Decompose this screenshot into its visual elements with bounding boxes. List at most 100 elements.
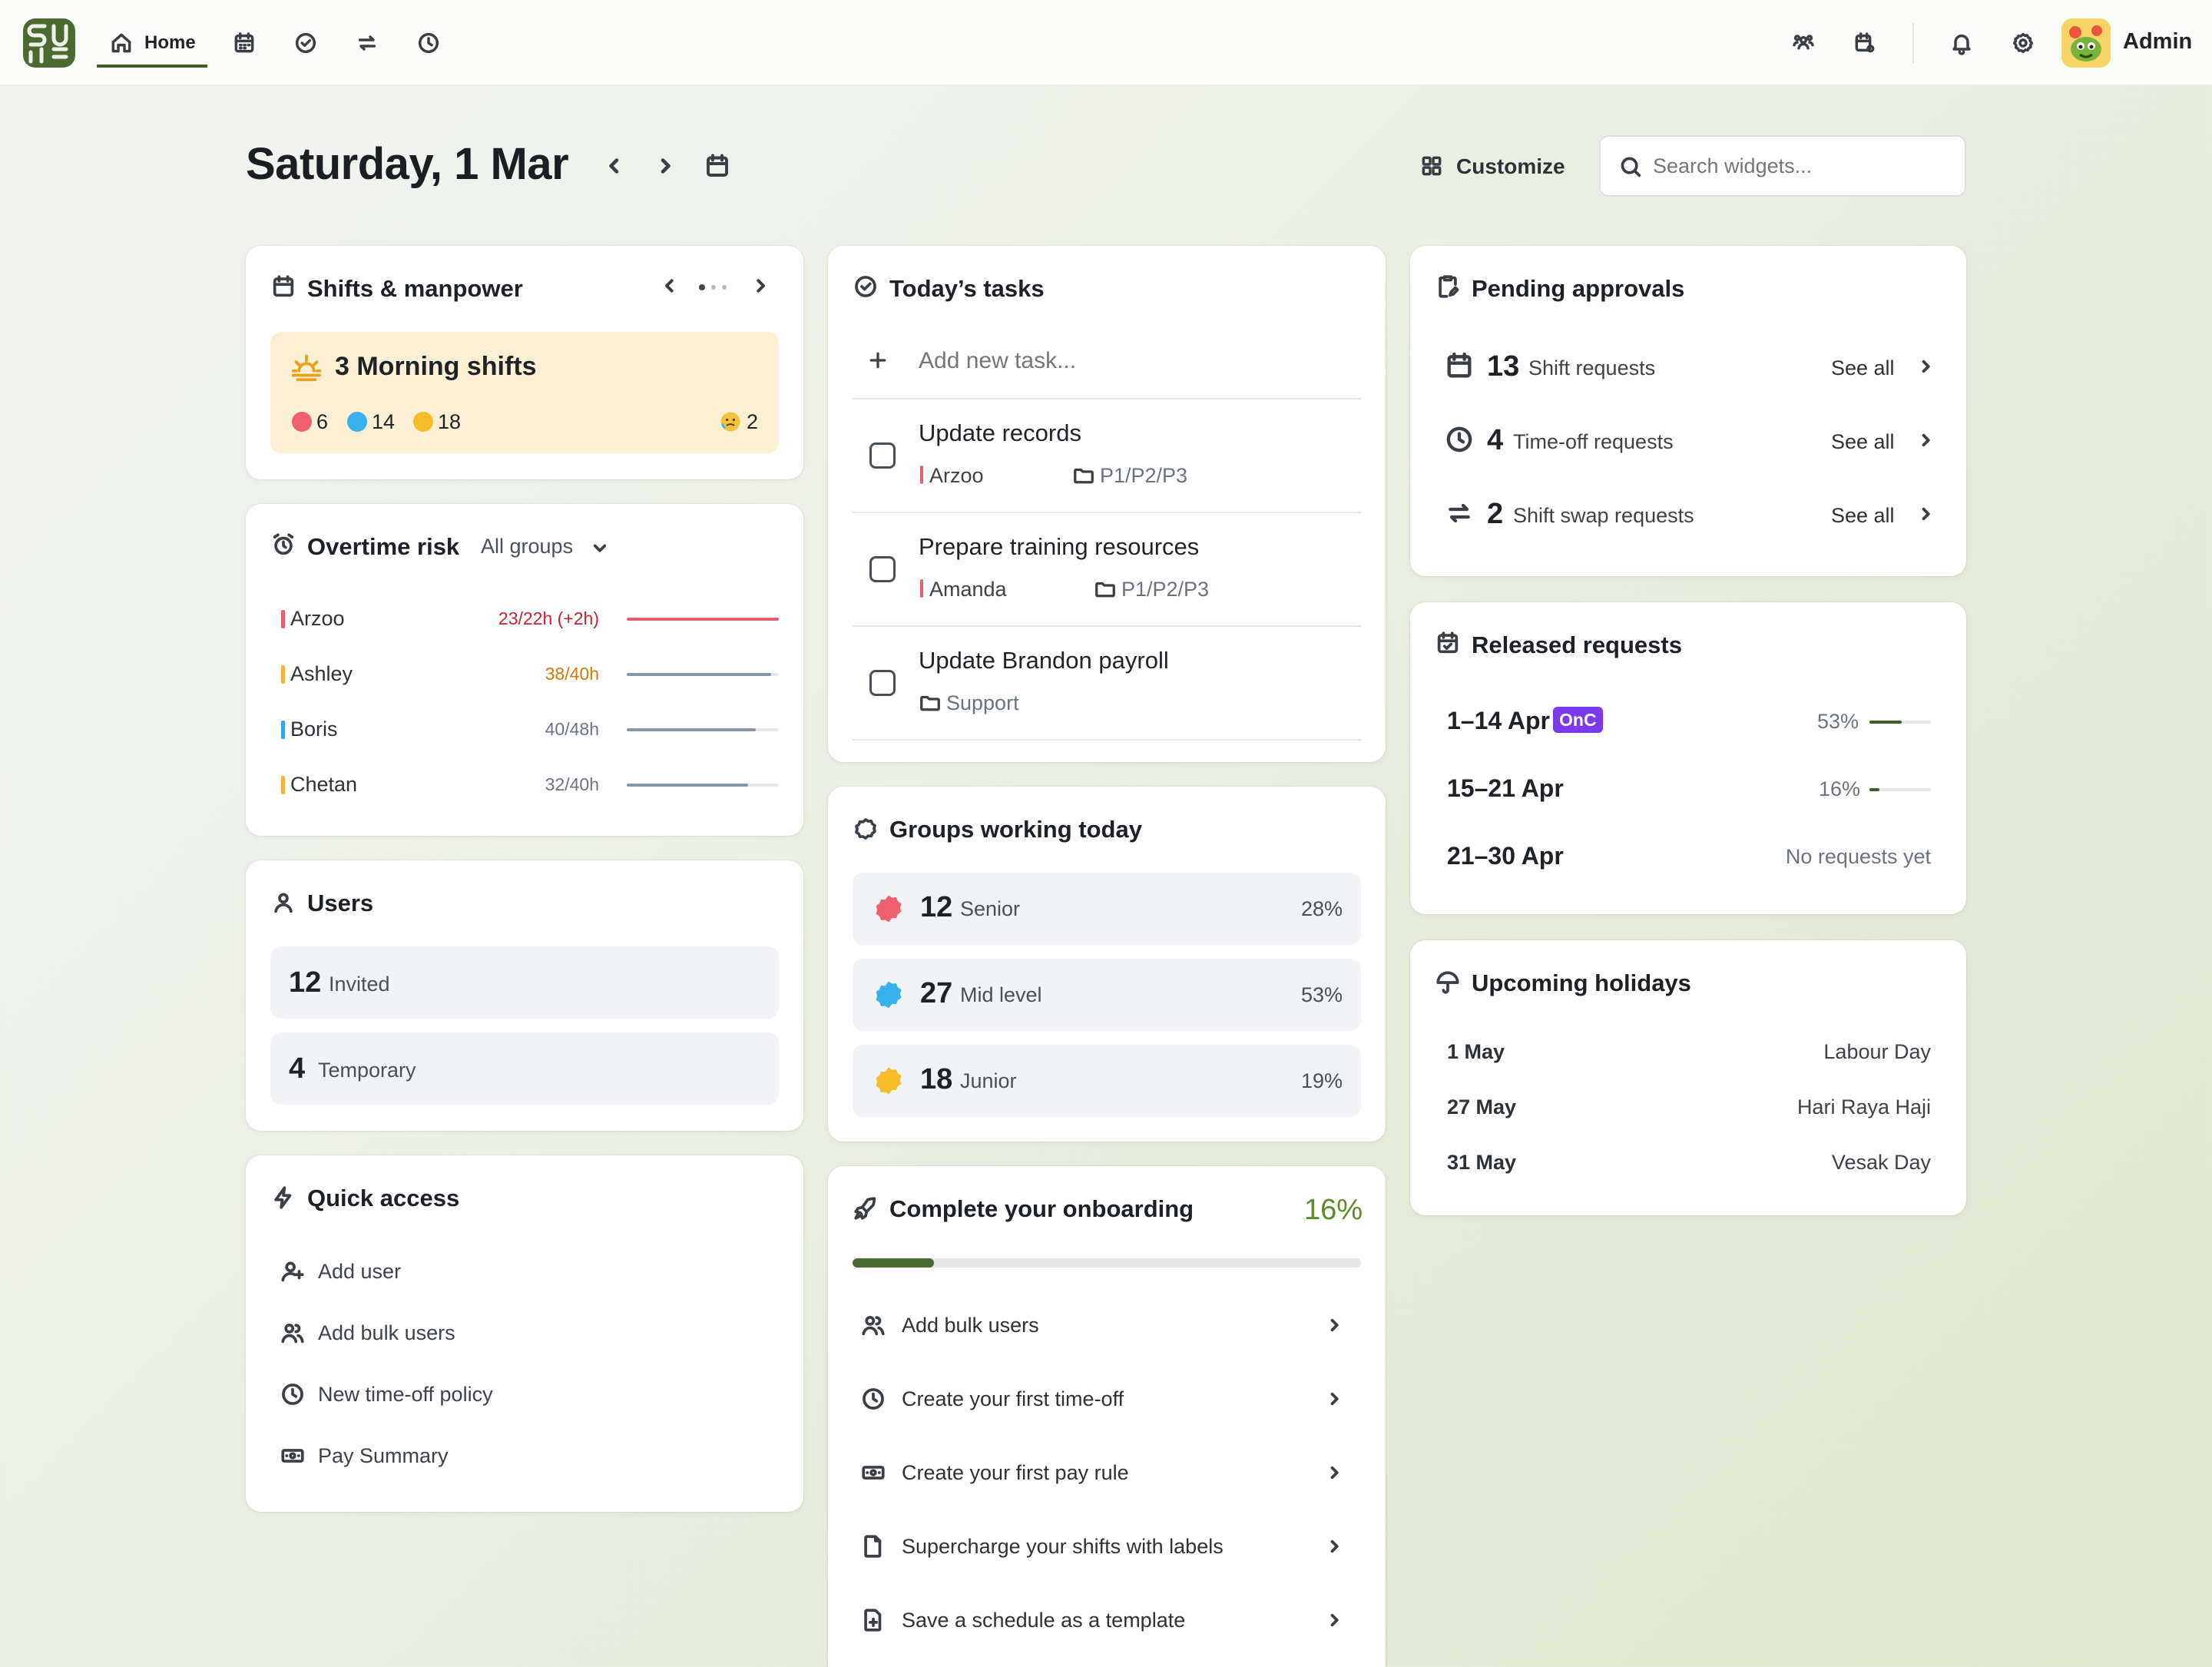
onboarding-step-label: Create your first pay rule xyxy=(902,1461,1129,1484)
group-row[interactable]: 18 Junior 19% xyxy=(853,1045,1361,1117)
overtime-row[interactable]: Ashley 38/40h xyxy=(281,658,780,694)
customize-label: Customize xyxy=(1456,154,1565,178)
timeoff-requests-label: Time-off requests xyxy=(1513,430,1674,453)
release-row[interactable]: 21–30 Apr No requests yet xyxy=(1447,837,1942,876)
group-row[interactable]: 27 Mid level 53% xyxy=(853,959,1361,1031)
search-icon xyxy=(1621,157,1641,177)
employee-name: Arzoo xyxy=(290,607,345,630)
widget-title: Upcoming holidays xyxy=(1472,969,1691,996)
employee-name: Chetan xyxy=(290,773,358,796)
next-day-button[interactable] xyxy=(651,152,679,180)
schedule-settings-button[interactable] xyxy=(1849,28,1880,58)
overtime-bar-fill xyxy=(627,673,771,676)
group-badge-icon xyxy=(855,818,876,840)
todays-tasks-widget: Today’s tasks Update records Arzoo P1/P2… xyxy=(828,246,1386,762)
overtime-row[interactable]: Arzoo 23/22h (+2h) xyxy=(281,602,780,639)
home-tab[interactable]: Home xyxy=(97,23,207,68)
overtime-row[interactable]: Boris 40/48h xyxy=(281,713,780,750)
task-title[interactable]: Update records xyxy=(919,419,1081,447)
overtime-row[interactable]: Chetan 32/40h xyxy=(281,768,780,805)
notifications-button[interactable] xyxy=(1946,28,1977,58)
onboarding-step[interactable]: Save a schedule as a template xyxy=(853,1598,1361,1644)
users-widget: Users 12 Invited 4 Temporary xyxy=(246,860,803,1131)
page-title: Saturday, 1 Mar xyxy=(246,139,569,189)
customize-button[interactable]: Customize xyxy=(1413,146,1567,186)
holiday-name: Hari Raya Haji xyxy=(1796,1095,1931,1119)
onboarding-step[interactable]: Create your first time-off xyxy=(853,1377,1361,1423)
group-count: 12 xyxy=(920,891,953,923)
calendar-icon xyxy=(273,275,294,297)
avatar[interactable] xyxy=(2061,18,2111,68)
folder-icon xyxy=(920,695,940,711)
user-name[interactable]: Admin xyxy=(2123,29,2192,55)
overtime-bar xyxy=(627,728,779,731)
users-icon xyxy=(281,1323,304,1344)
search-widgets-box[interactable] xyxy=(1599,135,1966,197)
onboarding-step[interactable]: Create your first pay rule xyxy=(853,1450,1361,1496)
group-color-bar xyxy=(281,665,285,684)
widget-title: Released requests xyxy=(1472,631,1682,658)
employee-name: Ashley xyxy=(290,662,353,685)
timeoff-requests-count: 4 xyxy=(1487,424,1504,456)
calendar-nav-button[interactable] xyxy=(229,28,260,58)
shift-requests-row[interactable]: 13 Shift requests See all xyxy=(1444,344,1942,387)
settings-button[interactable] xyxy=(2008,28,2038,58)
task-checkbox[interactable] xyxy=(869,670,896,696)
task-checkbox[interactable] xyxy=(869,442,896,469)
users-icon xyxy=(862,1315,885,1336)
onboarding-step[interactable]: Add bulk users xyxy=(853,1303,1361,1349)
shifts-prev-button[interactable] xyxy=(657,273,682,298)
chevron-right-icon xyxy=(661,158,671,174)
holiday-date: 1 May xyxy=(1447,1040,1505,1063)
team-button[interactable] xyxy=(1788,28,1819,58)
clipboard-edit-icon xyxy=(1439,275,1459,298)
timeoff-nav-button[interactable] xyxy=(413,28,444,58)
onboarding-step[interactable]: Supercharge your shifts with labels xyxy=(853,1524,1361,1570)
search-input[interactable] xyxy=(1653,151,1952,181)
task-title[interactable]: Update Brandon payroll xyxy=(919,647,1169,674)
group-label: Mid level xyxy=(960,983,1042,1006)
calendar-icon xyxy=(707,154,728,177)
release-percent: 53% xyxy=(1817,710,1859,733)
see-all-link[interactable]: See all xyxy=(1831,504,1895,528)
invited-users-item[interactable]: 12 Invited xyxy=(270,946,779,1019)
user-icon xyxy=(274,893,293,913)
release-progress-bar xyxy=(1869,721,1931,724)
swap-nav-button[interactable] xyxy=(352,28,382,58)
task-checkbox[interactable] xyxy=(869,556,896,582)
widget-title: Users xyxy=(307,890,374,916)
swap-requests-row[interactable]: 2 Shift swap requests See all xyxy=(1444,492,1942,535)
release-row[interactable]: 15–21 Apr 16% xyxy=(1447,770,1942,808)
temporary-users-item[interactable]: 4 Temporary xyxy=(270,1032,779,1105)
morning-shifts-banner[interactable]: 3 Morning shifts 6 14 18 2 xyxy=(270,332,779,453)
widget-title: Groups working today xyxy=(889,816,1142,843)
home-tab-label: Home xyxy=(144,32,196,53)
task-folder: P1/P2/P3 xyxy=(1100,464,1188,487)
quick-item-label: Pay Summary xyxy=(318,1444,449,1467)
app-logo[interactable] xyxy=(23,18,75,68)
see-all-link[interactable]: See all xyxy=(1831,356,1895,380)
timeoff-requests-row[interactable]: 4 Time-off requests See all xyxy=(1444,418,1942,461)
release-row[interactable]: 1–14 Apr OnC 53% xyxy=(1447,702,1942,741)
quick-add-user[interactable]: Add user xyxy=(280,1254,740,1292)
task-assignee: Arzoo xyxy=(929,464,984,487)
quick-pay-summary[interactable]: Pay Summary xyxy=(280,1438,740,1476)
chevron-right-icon xyxy=(1922,507,1930,521)
groups-working-today-widget: Groups working today 12 Senior 28% 27 Mi… xyxy=(828,787,1386,1142)
shifts-next-button[interactable] xyxy=(748,273,773,298)
task-title[interactable]: Prepare training resources xyxy=(919,533,1199,561)
see-all-link[interactable]: See all xyxy=(1831,430,1895,454)
add-task-input[interactable] xyxy=(919,344,1349,378)
group-filter-dropdown[interactable]: All groups xyxy=(481,533,616,564)
task-folder: Support xyxy=(946,691,1019,714)
tasks-nav-button[interactable] xyxy=(290,28,321,58)
date-picker-button[interactable] xyxy=(704,152,731,180)
group-label: Junior xyxy=(960,1069,1017,1092)
group-row[interactable]: 12 Senior 28% xyxy=(853,873,1361,945)
home-icon xyxy=(111,33,131,53)
quick-add-bulk-users[interactable]: Add bulk users xyxy=(280,1315,740,1354)
team-icon xyxy=(1793,35,1814,50)
previous-day-button[interactable] xyxy=(601,152,628,180)
assignee-color-bar xyxy=(920,466,923,484)
quick-new-timeoff-policy[interactable]: New time-off policy xyxy=(280,1377,740,1415)
